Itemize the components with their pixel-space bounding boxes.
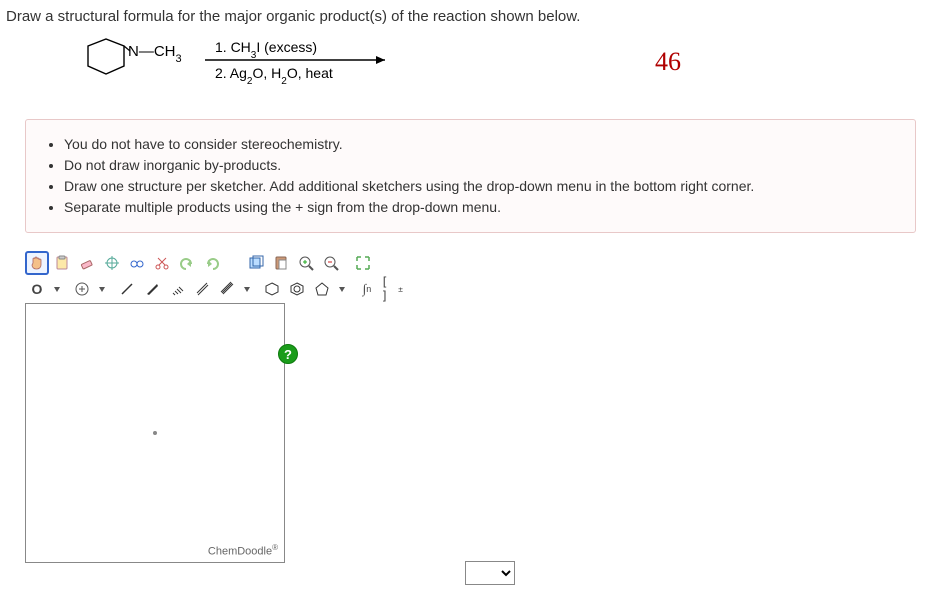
svg-text:N—CH3: N—CH3	[128, 43, 182, 65]
pentagon-icon	[314, 281, 330, 297]
crosshair-tool[interactable]	[100, 251, 124, 275]
redo-tool[interactable]	[200, 251, 224, 275]
cyclohexane-tool[interactable]	[260, 277, 284, 301]
triple-bond-tool[interactable]	[215, 277, 239, 301]
bracket-label: [ ]	[381, 275, 398, 303]
wedge-icon	[144, 281, 160, 297]
paste-icon	[273, 255, 289, 271]
integral-tool[interactable]: ∫n	[355, 277, 379, 301]
hand-icon	[29, 255, 45, 271]
caret-icon	[339, 287, 345, 292]
single-bond-icon	[119, 281, 135, 297]
atom-dropdown[interactable]	[50, 277, 62, 301]
instruction-item: Separate multiple products using the + s…	[64, 197, 897, 218]
add-sketcher-select[interactable]	[465, 561, 515, 585]
chemdoodle-brand: ChemDoodle®	[208, 543, 278, 558]
hash-bond-tool[interactable]	[165, 277, 189, 301]
benzene-icon	[289, 281, 305, 297]
clipboard-icon	[54, 255, 70, 271]
add-sketcher-dropdown[interactable]	[465, 561, 515, 585]
instructions-panel: You do not have to consider stereochemis…	[25, 119, 916, 233]
reactant-sub: 3	[176, 53, 182, 65]
double-bond-icon	[194, 281, 210, 297]
canvas-center-dot	[153, 431, 157, 435]
glasses-icon	[129, 255, 145, 271]
ring-dropdown[interactable]	[335, 277, 347, 301]
atom-selector[interactable]: O	[25, 277, 49, 301]
undo-icon	[179, 255, 195, 271]
hexagon-icon	[264, 281, 280, 297]
reagent2mid: O, H	[252, 65, 281, 81]
wedge-bond-tool[interactable]	[140, 277, 164, 301]
svg-text:2. Ag2O, H2O, heat: 2. Ag2O, H2O, heat	[215, 65, 333, 87]
zoom-out-icon	[323, 255, 339, 271]
reagent1b: I (excess)	[256, 39, 317, 55]
reagent1a: 1. CH	[215, 39, 251, 55]
reaction-scheme: N—CH3 1. CH3I (excess) 2. Ag2O, H2O, hea…	[0, 29, 941, 109]
expand-icon	[355, 255, 371, 271]
move-tool[interactable]	[25, 251, 49, 275]
expand-tool[interactable]	[351, 251, 375, 275]
zoom-in-tool[interactable]	[294, 251, 318, 275]
instruction-item: You do not have to consider stereochemis…	[64, 134, 897, 155]
eraser-icon	[79, 255, 95, 271]
toolbar-row-1	[25, 251, 916, 275]
cyclopentane-tool[interactable]	[310, 277, 334, 301]
integral-n: n	[366, 284, 371, 294]
crosshair-icon	[104, 255, 120, 271]
cut-tool[interactable]	[150, 251, 174, 275]
question-prompt: Draw a structural formula for the major …	[0, 0, 941, 29]
caret-icon	[244, 287, 250, 292]
instruction-item: Do not draw inorganic by-products.	[64, 155, 897, 176]
reaction-svg: N—CH3 1. CH3I (excess) 2. Ag2O, H2O, hea…	[70, 34, 450, 94]
zoom-out-tool[interactable]	[319, 251, 343, 275]
zoom-in-icon	[298, 255, 314, 271]
sketcher-canvas[interactable]: ? ChemDoodle®	[25, 303, 285, 563]
erase-tool[interactable]	[75, 251, 99, 275]
undo-tool[interactable]	[175, 251, 199, 275]
toolbar-row-2: O	[25, 277, 916, 301]
help-button[interactable]: ?	[278, 344, 298, 364]
charge-icon	[74, 281, 90, 297]
redo-icon	[204, 255, 220, 271]
instruction-item: Draw one structure per sketcher. Add add…	[64, 176, 897, 197]
bracket-tool[interactable]: [ ]±	[380, 277, 404, 301]
scissors-icon	[154, 255, 170, 271]
copy-image-tool[interactable]	[244, 251, 268, 275]
hash-bond-icon	[169, 281, 185, 297]
double-bond-tool[interactable]	[190, 277, 214, 301]
paste-tool[interactable]	[269, 251, 293, 275]
sketcher-widget: O	[25, 251, 916, 563]
bond-dropdown[interactable]	[240, 277, 252, 301]
handwritten-annotation: 46	[655, 47, 681, 77]
image-clip-icon	[248, 255, 264, 271]
clipboard-tool[interactable]	[50, 251, 74, 275]
caret-icon	[99, 287, 105, 292]
benzene-tool[interactable]	[285, 277, 309, 301]
reagent2end: O, heat	[287, 65, 333, 81]
charge-dropdown[interactable]	[95, 277, 107, 301]
svg-text:1. CH3I (excess): 1. CH3I (excess)	[215, 39, 317, 61]
triple-bond-icon	[219, 281, 235, 297]
charge-tool[interactable]	[70, 277, 94, 301]
caret-icon	[54, 287, 60, 292]
single-bond-tool[interactable]	[115, 277, 139, 301]
reactant-n: N—CH	[128, 43, 176, 60]
view-tool[interactable]	[125, 251, 149, 275]
reagent2a: 2. Ag	[215, 65, 247, 81]
